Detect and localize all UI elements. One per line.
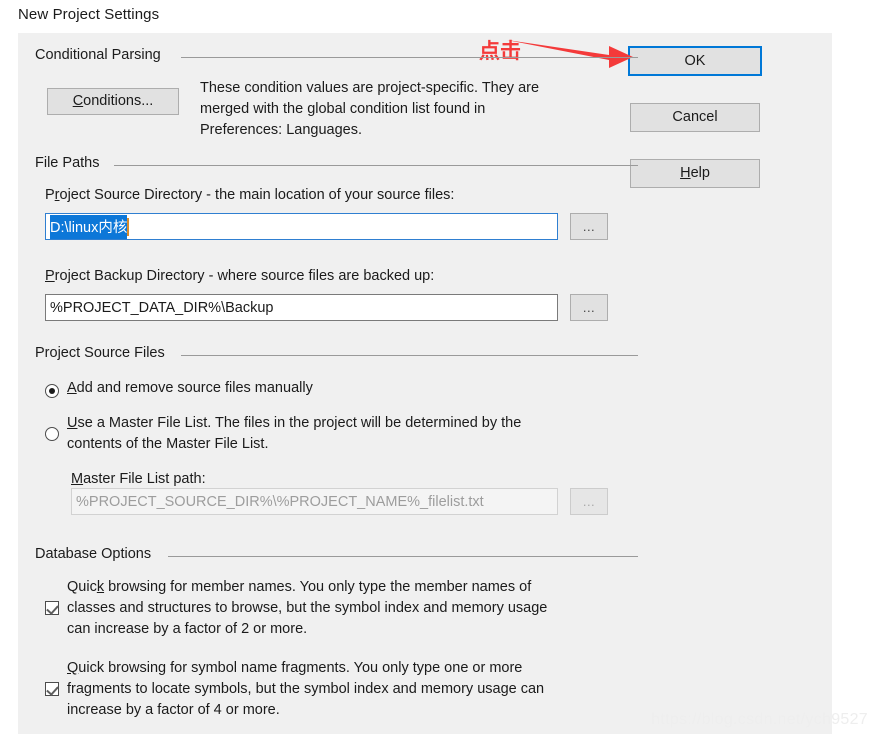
label-accel: P xyxy=(45,268,55,284)
radio-row-master-file-list[interactable]: Use a Master File List. The files in the… xyxy=(45,413,605,460)
radio-add-remove-manually[interactable] xyxy=(45,384,59,398)
label-accel: k xyxy=(96,579,105,595)
cancel-button-label: Cancel xyxy=(672,109,718,126)
conditions-button-label: onditions... xyxy=(83,93,154,110)
master-file-list-browse-button[interactable]: ... xyxy=(570,488,608,515)
label-part: dd and remove source files manually xyxy=(76,380,313,396)
group-label-file-paths: File Paths xyxy=(35,155,107,171)
label-part: uick browsing for symbol name fragments.… xyxy=(67,660,545,718)
label-accel: U xyxy=(67,415,78,431)
label-accel: A xyxy=(67,380,77,396)
source-directory-browse-button[interactable]: ... xyxy=(570,213,608,240)
checkbox-label-quick-browsing-member-names: Quick browsing for member names. You onl… xyxy=(67,577,547,640)
text-caret xyxy=(127,217,130,236)
group-divider-line xyxy=(181,355,638,356)
browse-button-label: ... xyxy=(582,219,596,234)
checkbox-quick-browsing-member-names[interactable] xyxy=(45,601,59,615)
group-divider-line xyxy=(114,165,638,166)
label-part: Quic xyxy=(67,579,97,595)
group-conditional-parsing: Conditional Parsing xyxy=(35,47,638,63)
master-file-list-path-value: %PROJECT_SOURCE_DIR%\%PROJECT_NAME%_file… xyxy=(76,493,484,510)
window-title: New Project Settings xyxy=(18,6,160,23)
group-label-database-options: Database Options xyxy=(35,546,159,562)
backup-directory-value: %PROJECT_DATA_DIR%\Backup xyxy=(50,299,274,316)
label-part: roject Backup Directory - where source f… xyxy=(54,268,435,284)
label-part: se a Master File List. The files in the … xyxy=(67,415,522,452)
checkbox-row-quick-browsing-symbol-fragments[interactable]: Quick browsing for symbol name fragments… xyxy=(45,658,625,724)
conditions-button[interactable]: Conditions... xyxy=(47,88,179,115)
radio-label-master-file-list: Use a Master File List. The files in the… xyxy=(67,413,521,455)
cancel-button[interactable]: Cancel xyxy=(630,103,760,132)
radio-label-add-remove-manually: Add and remove source files manually xyxy=(67,378,313,399)
label-part: P xyxy=(45,187,55,203)
label-accel: M xyxy=(71,471,84,487)
backup-directory-input[interactable]: %PROJECT_DATA_DIR%\Backup xyxy=(45,294,558,321)
label-part: browsing for member names. You only type… xyxy=(67,579,548,637)
backup-directory-label: Project Backup Directory - where source … xyxy=(45,268,434,284)
help-button[interactable]: Help xyxy=(630,159,760,188)
group-label-conditional-parsing: Conditional Parsing xyxy=(35,47,168,63)
radio-row-add-remove-manually[interactable]: Add and remove source files manually xyxy=(45,378,475,403)
checkbox-quick-browsing-symbol-fragments[interactable] xyxy=(45,682,59,696)
browse-button-label: ... xyxy=(582,300,596,315)
label-accel: Q xyxy=(67,660,79,676)
source-directory-label: Project Source Directory - the main loca… xyxy=(45,187,454,203)
conditional-parsing-description: These condition values are project-speci… xyxy=(200,80,540,138)
ok-button[interactable]: OK xyxy=(628,46,762,76)
group-label-project-source-files: Project Source Files xyxy=(35,345,172,361)
screen: New Project Settings Conditional Parsing… xyxy=(0,0,876,734)
help-button-accel: H xyxy=(680,165,691,182)
source-directory-input[interactable]: D:\linux内核 xyxy=(45,213,558,240)
source-directory-selected-text: D:\linux内核 xyxy=(50,214,128,239)
group-file-paths: File Paths xyxy=(35,155,638,171)
conditions-button-accel: C xyxy=(72,93,84,110)
checkbox-label-quick-browsing-symbol-fragments: Quick browsing for symbol name fragments… xyxy=(67,658,544,721)
group-database-options: Database Options xyxy=(35,546,638,562)
master-file-list-path-input[interactable]: %PROJECT_SOURCE_DIR%\%PROJECT_NAME%_file… xyxy=(71,488,558,515)
dialog-panel: Conditional Parsing Conditions... These … xyxy=(18,33,832,734)
backup-directory-browse-button[interactable]: ... xyxy=(570,294,608,321)
group-divider-line xyxy=(181,57,638,58)
checkbox-row-quick-browsing-member-names[interactable]: Quick browsing for member names. You onl… xyxy=(45,577,625,643)
ok-button-label: OK xyxy=(684,52,706,69)
help-button-label: elp xyxy=(690,165,710,182)
radio-master-file-list[interactable] xyxy=(45,427,59,441)
browse-button-label: ... xyxy=(582,494,596,509)
label-part: aster File List path: xyxy=(83,471,206,487)
master-file-list-path-label: Master File List path: xyxy=(71,471,206,487)
group-project-source-files: Project Source Files xyxy=(35,345,638,361)
group-divider-line xyxy=(168,556,638,557)
label-part: oject Source Directory - the main locati… xyxy=(59,187,455,203)
